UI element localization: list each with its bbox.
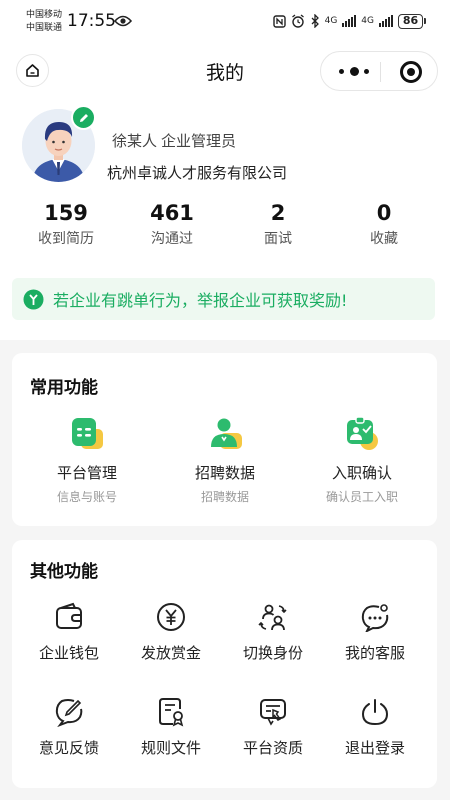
section-title: 其他功能	[30, 562, 98, 582]
user-name-line: 徐某人 企业管理员	[112, 130, 236, 151]
stat-value: 2	[270, 201, 286, 225]
item-label: 平台管理	[56, 464, 117, 482]
item-subtitle: 信息与账号	[56, 490, 117, 504]
feedback-pen-icon	[55, 699, 83, 727]
network-label-1: 4G	[324, 16, 338, 26]
carrier-info: 中国移动 中国联通	[26, 9, 62, 35]
stat-value: 461	[150, 201, 194, 225]
notice-bulb-icon	[23, 289, 44, 309]
other-functions-card: 其他功能 企业钱包 发放赏金 切换身份 我的客服 意见反馈 规则文件 平台资质 …	[12, 540, 437, 788]
recruit-data-item[interactable]: 招聘数据 招聘数据	[155, 415, 295, 505]
nfc-icon	[272, 14, 286, 28]
recruit-person-icon	[211, 418, 242, 449]
battery-icon: 86	[398, 13, 426, 29]
rule-files-item[interactable]: 规则文件	[118, 697, 224, 758]
signal-icon	[342, 15, 357, 27]
signal-icon	[379, 15, 393, 27]
onboard-clipboard-icon	[347, 416, 378, 450]
logout-item[interactable]: 退出登录	[322, 697, 428, 758]
customer-service-icon	[361, 604, 389, 632]
status-bar: 中国移动 中国联通 17:55 4G 4G 86	[0, 0, 450, 44]
stat-label: 收到简历	[38, 231, 94, 247]
platform-management-item[interactable]: 平台管理 信息与账号	[17, 415, 157, 505]
carrier-2: 中国联通	[26, 23, 63, 33]
header-section: 中国移动 中国联通 17:55 4G 4G 86 我的 徐某人 企业管理员 杭州…	[0, 0, 450, 340]
item-label: 平台资质	[242, 739, 303, 757]
stat-value: 0	[376, 201, 392, 225]
wallet-item[interactable]: 企业钱包	[16, 602, 122, 663]
miniprogram-capsule	[320, 51, 438, 91]
battery-level: 86	[398, 13, 423, 29]
item-label: 规则文件	[140, 739, 201, 757]
user-role: 企业管理员	[161, 132, 237, 150]
item-subtitle: 招聘数据	[200, 490, 249, 504]
power-icon	[361, 699, 389, 726]
item-label: 入职确认	[331, 464, 392, 482]
stat-label: 收藏	[370, 231, 398, 247]
stat-value: 159	[44, 201, 88, 225]
stat-label: 沟通过	[151, 231, 193, 247]
yen-coin-icon	[157, 603, 185, 631]
item-label: 退出登录	[344, 739, 405, 757]
feedback-item[interactable]: 意见反馈	[16, 697, 122, 758]
stat-interviews[interactable]: 2 面试	[228, 200, 328, 248]
item-label: 我的客服	[344, 644, 405, 662]
item-label: 发放赏金	[140, 644, 201, 662]
platform-card-icon	[72, 418, 103, 449]
onboard-confirm-item[interactable]: 入职确认 确认员工入职	[292, 415, 432, 505]
stats-row: 159 收到简历 461 沟通过 2 面试 0 收藏	[0, 200, 450, 250]
pencil-icon	[79, 113, 88, 122]
item-label: 企业钱包	[38, 644, 99, 662]
alarm-icon	[291, 14, 304, 28]
item-label: 意见反馈	[38, 739, 99, 757]
company-name: 杭州卓诚人才服务有限公司	[107, 164, 288, 182]
common-functions-card: 常用功能 平台管理 信息与账号 招聘数据 招聘数据 入职确认 确认员工入职	[12, 353, 437, 526]
stat-contacted[interactable]: 461 沟通过	[122, 200, 222, 248]
stat-favorites[interactable]: 0 收藏	[334, 200, 434, 248]
bounty-item[interactable]: 发放赏金	[118, 602, 224, 663]
notice-text: 若企业有跳单行为，举报企业可获取奖励!	[53, 291, 348, 310]
edit-profile-button[interactable]	[71, 105, 96, 130]
close-miniprogram-icon[interactable]	[400, 61, 422, 83]
item-label: 招聘数据	[194, 464, 255, 482]
report-notice-banner[interactable]: 若企业有跳单行为，举报企业可获取奖励!	[12, 278, 435, 320]
switch-identity-item[interactable]: 切换身份	[220, 602, 326, 663]
network-label-2: 4G	[361, 16, 374, 26]
switch-identity-icon	[258, 604, 287, 631]
item-subtitle: 确认员工入职	[325, 490, 398, 504]
platform-qualification-item[interactable]: 平台资质	[220, 697, 326, 758]
clock: 17:55	[67, 11, 116, 31]
rule-document-icon	[159, 698, 184, 727]
certificate-icon	[260, 699, 286, 726]
stat-label: 面试	[264, 231, 292, 247]
stat-resumes[interactable]: 159 收到简历	[16, 200, 116, 248]
carrier-1: 中国移动	[26, 10, 63, 20]
wallet-icon	[56, 602, 82, 629]
section-title: 常用功能	[30, 378, 98, 398]
item-label: 切换身份	[242, 644, 303, 662]
bluetooth-icon	[311, 14, 319, 28]
eye-icon	[114, 15, 132, 27]
status-icons: 4G 4G 86	[272, 12, 426, 30]
user-name: 徐某人	[112, 132, 158, 150]
customer-service-item[interactable]: 我的客服	[322, 602, 428, 663]
more-menu-button[interactable]	[339, 64, 369, 78]
